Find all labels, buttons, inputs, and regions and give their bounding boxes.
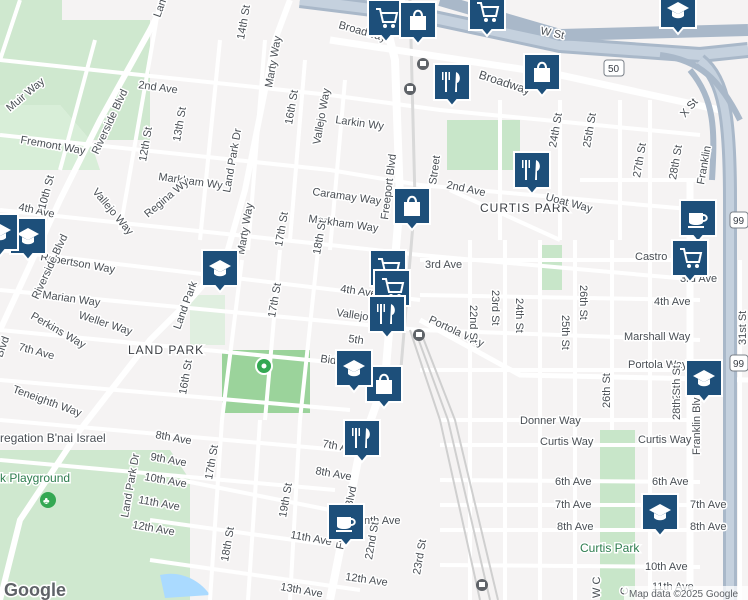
- street-label: 11th Ave: [289, 529, 332, 548]
- google-logo: Google: [4, 580, 66, 600]
- poi-pin[interactable]: [679, 199, 717, 244]
- street-label: Marshall Way: [624, 331, 691, 343]
- poi-pin[interactable]: [343, 419, 381, 464]
- street-label: Teneighth Way: [11, 384, 84, 420]
- street-label: 24th St: [547, 112, 565, 148]
- park-area: [190, 295, 225, 345]
- street-label: 17th St: [266, 282, 284, 318]
- poi-pin[interactable]: [0, 213, 19, 258]
- street-label: 28th St: [671, 385, 683, 420]
- poi-pin[interactable]: [523, 53, 561, 98]
- street-label: 27th St: [631, 142, 649, 178]
- tree-icon: ♣: [40, 492, 56, 508]
- street-label: 13th St: [171, 106, 189, 142]
- street-label: 3rd Ave: [425, 259, 462, 271]
- poi-pin[interactable]: [335, 349, 373, 394]
- street-label: 14th St: [235, 4, 253, 40]
- svg-text:99: 99: [733, 216, 745, 227]
- street-label: 8th Ave: [314, 465, 352, 483]
- street-label: Weller Way: [77, 309, 134, 338]
- street-label: 25th St: [559, 315, 571, 350]
- poi-pin[interactable]: [327, 503, 365, 548]
- street-label: 16th St: [177, 359, 195, 395]
- map-canvas[interactable]: Curtis Park k Playground regation B'nai …: [0, 0, 748, 600]
- pond: [160, 573, 210, 598]
- poi-pin[interactable]: [685, 359, 723, 404]
- street-label: 12th Ave: [345, 571, 389, 589]
- street-label: 22nd St: [467, 305, 479, 343]
- poi-pin[interactable]: [367, 0, 405, 44]
- street-label: 23rd St: [411, 539, 429, 576]
- attribution-box: Map data ©2025 Google: [624, 586, 748, 600]
- park-marker-icon[interactable]: [255, 357, 273, 375]
- street-label: 23rd St: [489, 290, 501, 325]
- svg-text:♣: ♣: [43, 496, 50, 507]
- street-label: Land Park Dr: [152, 0, 186, 19]
- highway-shield-99: 99: [729, 211, 748, 229]
- street-label: 26th St: [601, 373, 613, 408]
- street-label: 31st St: [737, 311, 748, 345]
- park-label: Curtis Park: [580, 541, 640, 555]
- area-label-land-park: LAND PARK: [128, 343, 204, 357]
- poi-pin[interactable]: [513, 151, 551, 196]
- street-label: 4th Ave: [654, 296, 691, 308]
- highway-shield-99: 99: [729, 354, 748, 372]
- street-label: 8th Ave: [557, 521, 594, 533]
- street-label: Street: [427, 155, 443, 186]
- poi-pin[interactable]: [468, 0, 506, 38]
- street-label: Vallejo Way: [90, 186, 136, 238]
- transit-icon[interactable]: [413, 329, 425, 341]
- street-label: 6th Ave: [555, 476, 592, 488]
- map-svg[interactable]: Curtis Park k Playground regation B'nai …: [0, 0, 748, 600]
- curtis-park-area: [600, 430, 635, 600]
- street-label: 7th Ave: [555, 499, 592, 511]
- park-label: k Playground: [0, 471, 70, 485]
- street-label: Blvd: [0, 335, 12, 359]
- place-label: regation B'nai Israel: [0, 431, 106, 445]
- poi-pin[interactable]: [671, 239, 709, 284]
- street-label: 24th St: [513, 298, 525, 333]
- street-label: 25th St: [581, 112, 599, 148]
- transit-icon[interactable]: [476, 579, 488, 591]
- poi-pin[interactable]: [399, 1, 437, 46]
- poi-pin[interactable]: [659, 0, 697, 36]
- street-label: Franklin Blvd: [691, 391, 703, 455]
- poi-pin[interactable]: [201, 249, 239, 294]
- street-label: 7th Ave: [690, 499, 727, 511]
- street-label: 10th Ave: [645, 561, 688, 573]
- street-label: 8th Ave: [154, 429, 192, 447]
- street-label: 22nd St: [363, 521, 381, 560]
- poi-pin[interactable]: [368, 295, 406, 340]
- street-label: 5th: [348, 333, 365, 347]
- poi-pin[interactable]: [641, 493, 679, 538]
- street-label: Vallejo Way: [311, 87, 333, 146]
- street-label: Donner Way: [520, 415, 581, 427]
- street-label: 28th St: [667, 144, 685, 180]
- street-label: Marian Way: [42, 289, 102, 309]
- street-label: 6th Ave: [652, 476, 689, 488]
- street-label: Castro: [635, 251, 667, 263]
- attribution-text: Map data ©2025 Google: [629, 589, 739, 600]
- street-label: 10th St: [36, 174, 57, 211]
- poi-pin[interactable]: [393, 187, 431, 232]
- street-label: 8th Ave: [690, 521, 727, 533]
- street-label: Curtis Way: [540, 436, 594, 448]
- poi-pin[interactable]: [433, 63, 471, 108]
- street-label: 7th Ave: [17, 341, 55, 362]
- street-label: W C: [591, 577, 603, 598]
- svg-text:50: 50: [608, 64, 620, 75]
- street-label: Curtis Way: [638, 434, 692, 446]
- svg-text:99: 99: [733, 359, 745, 370]
- street-label: 26th St: [577, 285, 589, 320]
- transit-icon[interactable]: [404, 83, 416, 95]
- street-label: 19th St: [277, 482, 295, 518]
- street-label: Bid: [320, 353, 337, 367]
- highway-shield-50: 50: [603, 59, 625, 77]
- park-area: [447, 120, 520, 170]
- transit-icon[interactable]: [417, 58, 429, 70]
- street-label: Caramay Way: [312, 186, 383, 208]
